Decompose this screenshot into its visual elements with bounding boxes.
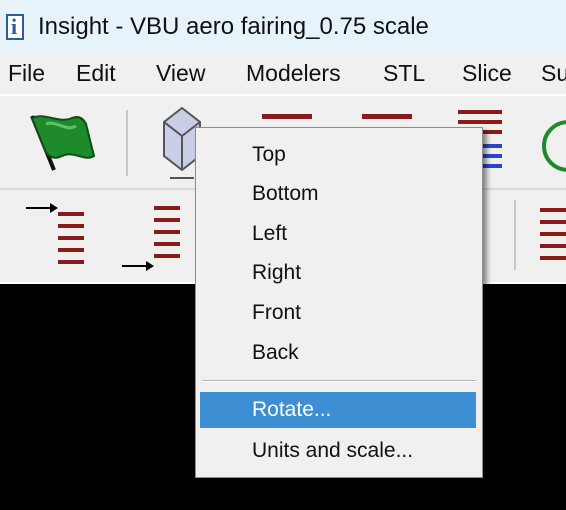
menu-stl[interactable]: STL: [383, 60, 425, 87]
menu-modelers[interactable]: Modelers: [246, 60, 341, 87]
green-circle-icon[interactable]: [536, 118, 566, 179]
toolbar-separator: [126, 110, 128, 176]
menu-file[interactable]: File: [8, 60, 45, 87]
menu-edit[interactable]: Edit: [76, 60, 116, 87]
menu-item-bottom[interactable]: Bottom: [252, 182, 319, 206]
menu-item-right[interactable]: Right: [252, 261, 301, 285]
menu-highlight: [200, 392, 476, 428]
menu-item-back[interactable]: Back: [252, 341, 299, 365]
app-icon[interactable]: i: [6, 14, 24, 40]
menu-view[interactable]: View: [156, 60, 205, 87]
view-context-menu: Top Bottom Left Right Front Back Rotate.…: [195, 127, 483, 478]
app-icon-glyph: i: [11, 14, 18, 39]
menu-bar: File Edit View Modelers STL Slice Su: [0, 54, 566, 94]
menu-slice[interactable]: Slice: [462, 60, 512, 87]
menu-item-rotate[interactable]: Rotate...: [252, 398, 331, 422]
menu-support[interactable]: Su: [541, 60, 566, 87]
layer-arrow-bottom-icon[interactable]: [118, 202, 184, 279]
menu-separator: [202, 380, 476, 382]
title-bar: i Insight - VBU aero fairing_0.75 scale: [0, 0, 566, 54]
menu-item-front[interactable]: Front: [252, 301, 301, 325]
flag-icon[interactable]: [24, 110, 96, 179]
layers-icon[interactable]: [540, 208, 566, 275]
menu-item-left[interactable]: Left: [252, 222, 287, 246]
layer-arrow-top-icon[interactable]: [22, 202, 86, 277]
menu-item-units-scale[interactable]: Units and scale...: [252, 439, 413, 463]
window-title: Insight - VBU aero fairing_0.75 scale: [38, 13, 429, 40]
menu-item-top[interactable]: Top: [252, 143, 286, 167]
toolbar-separator: [514, 200, 516, 270]
